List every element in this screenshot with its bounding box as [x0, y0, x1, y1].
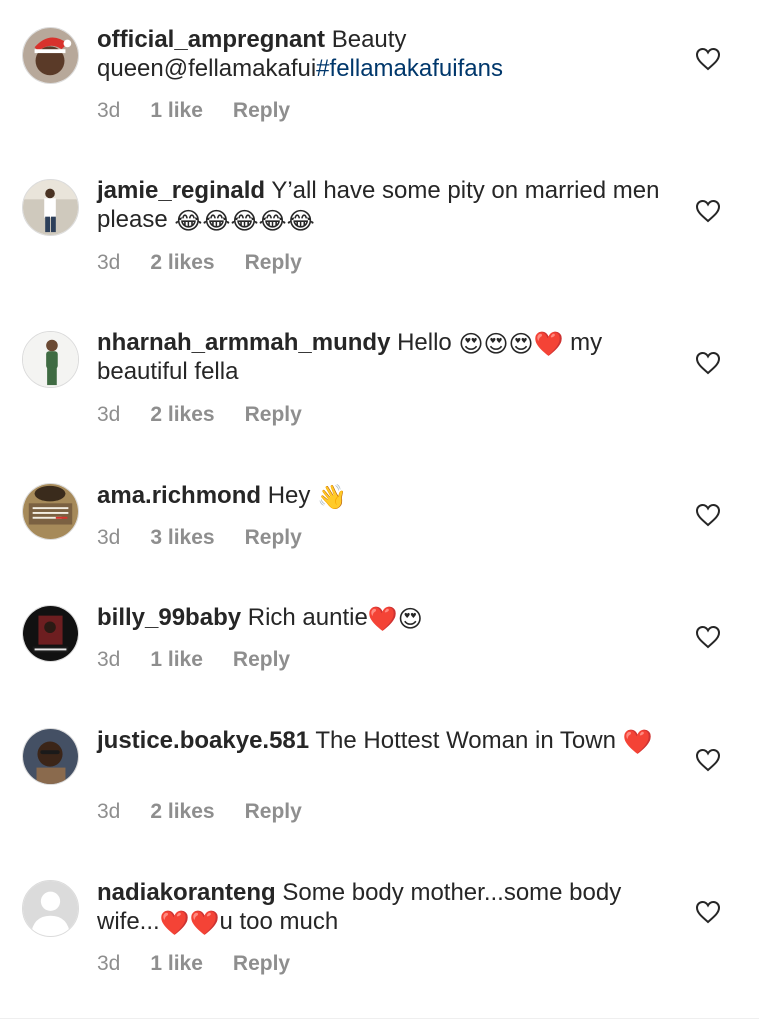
comment-meta: 3d 1 like Reply [97, 99, 290, 123]
comment-time: 3d [97, 251, 121, 274]
comment-emojis: ❤️❤️ [159, 910, 220, 937]
comment-meta: 3d 1 like Reply [97, 952, 290, 976]
comment-text: jamie_reginald Y’all have some pity on m… [97, 176, 667, 234]
reply-button[interactable]: Reply [245, 526, 302, 550]
avatar[interactable] [22, 331, 79, 388]
avatar-photo [23, 606, 78, 661]
avatar[interactable] [22, 728, 79, 785]
comment-username[interactable]: nharnah_armmah_mundy [97, 329, 390, 356]
heart-outline-icon[interactable] [695, 503, 721, 527]
comment-likes[interactable]: 2 likes [150, 403, 214, 427]
comment-username[interactable]: nadiakoranteng [97, 879, 276, 906]
comment-meta: 3d 3 likes Reply [97, 526, 302, 550]
comment-time: 3d [97, 99, 121, 122]
comment-username[interactable]: billy_99baby [97, 604, 241, 631]
reply-button[interactable]: Reply [245, 800, 302, 824]
comment-time: 3d [97, 648, 121, 671]
avatar-photo [23, 332, 78, 387]
heart-outline-icon[interactable] [695, 47, 721, 71]
comment-meta: 3d 2 likes Reply [97, 403, 302, 427]
reply-button[interactable]: Reply [233, 648, 290, 672]
comment-time: 3d [97, 800, 121, 823]
comment-message-tail: u too much [219, 908, 339, 935]
comment-likes[interactable]: 2 likes [150, 800, 214, 824]
avatar-photo [23, 180, 78, 235]
comment-text: justice.boakye.581 The Hottest Woman in … [97, 726, 667, 755]
comment-emojis: ❤️ [622, 729, 653, 756]
heart-outline-icon[interactable] [695, 748, 721, 772]
comment-username[interactable]: ama.richmond [97, 482, 261, 509]
heart-outline-icon[interactable] [695, 900, 721, 924]
comment-meta: 3d 1 like Reply [97, 648, 290, 672]
comment-likes[interactable]: 1 like [150, 648, 203, 672]
comment-time: 3d [97, 526, 121, 549]
comment-text: billy_99baby Rich auntie❤️😍 [97, 603, 667, 632]
comment-hashtag[interactable]: #fellamakafuifans [316, 55, 503, 82]
avatar-photo [23, 484, 78, 539]
default-avatar-icon[interactable] [22, 880, 79, 937]
avatar-photo [23, 729, 78, 784]
comment-text: official_ampregnant Beauty queen@fellama… [97, 25, 667, 83]
comment-message: Hey [261, 482, 318, 509]
comment-meta: 3d 2 likes Reply [97, 800, 302, 824]
comment-meta: 3d 2 likes Reply [97, 251, 302, 275]
comment-time: 3d [97, 403, 121, 426]
comment-likes[interactable]: 1 like [150, 952, 203, 976]
heart-outline-icon[interactable] [695, 625, 721, 649]
comment-message: Hello [390, 329, 459, 356]
bottom-divider [0, 1018, 759, 1019]
comment-likes[interactable]: 1 like [150, 99, 203, 123]
comment-message: The Hottest Woman in Town [309, 727, 623, 754]
avatar[interactable] [22, 483, 79, 540]
comment-username[interactable]: justice.boakye.581 [97, 727, 309, 754]
comment-likes[interactable]: 3 likes [150, 526, 214, 550]
comment-username[interactable]: jamie_reginald [97, 177, 265, 204]
comment-likes[interactable]: 2 likes [150, 251, 214, 275]
avatar-photo [23, 28, 78, 83]
comment-text: nharnah_armmah_mundy Hello 😍😍😍❤️ my beau… [97, 328, 667, 386]
reply-button[interactable]: Reply [245, 403, 302, 427]
comment-emojis: ❤️😍 [367, 606, 423, 633]
reply-button[interactable]: Reply [233, 952, 290, 976]
comment-emojis: 😍😍😍❤️ [458, 331, 564, 358]
comment-text: nadiakoranteng Some body mother...some b… [97, 878, 667, 936]
comment-message: Rich auntie [241, 604, 368, 631]
comment-text: ama.richmond Hey 👋 [97, 481, 667, 510]
avatar[interactable] [22, 27, 79, 84]
comment-username[interactable]: official_ampregnant [97, 26, 325, 53]
comment-emojis: 😂😂😂😂😂 [174, 208, 315, 235]
avatar[interactable] [22, 179, 79, 236]
comment-emojis: 👋 [317, 484, 347, 511]
comment-time: 3d [97, 952, 121, 975]
reply-button[interactable]: Reply [245, 251, 302, 275]
reply-button[interactable]: Reply [233, 99, 290, 123]
heart-outline-icon[interactable] [695, 199, 721, 223]
comments-list: official_ampregnant Beauty queen@fellama… [0, 0, 759, 1024]
heart-outline-icon[interactable] [695, 351, 721, 375]
avatar[interactable] [22, 605, 79, 662]
